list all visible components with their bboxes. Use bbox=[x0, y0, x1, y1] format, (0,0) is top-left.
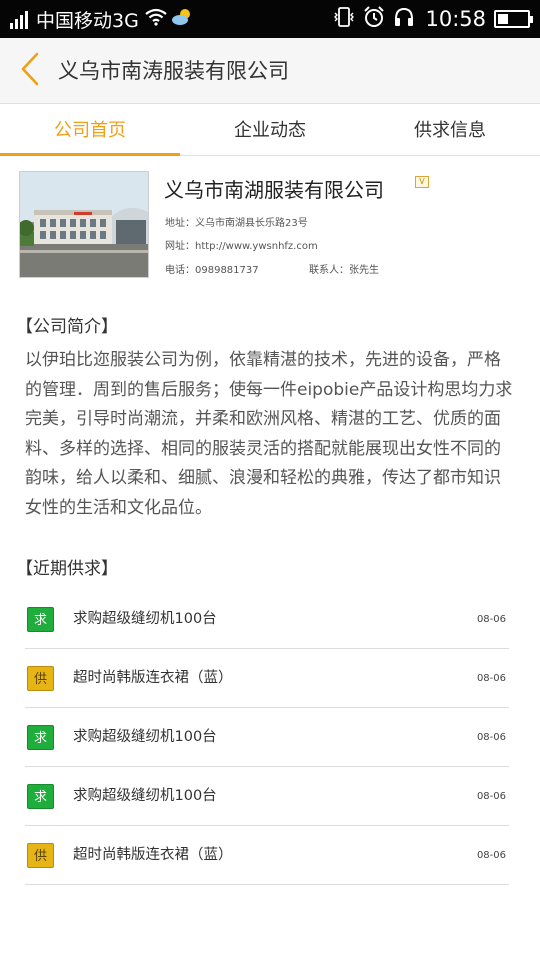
tab-bar: 公司首页 企业动态 供求信息 bbox=[0, 105, 540, 156]
intro-text: 以伊珀比迩服装公司为例，依靠精湛的技术，先进的设备，严格的管理．周到的售后服务；… bbox=[25, 350, 513, 518]
tab-supply-demand[interactable]: 供求信息 bbox=[360, 105, 540, 155]
status-bar-right: 10:58 bbox=[325, 0, 533, 38]
list-item-title: 求购超级缝纫机100台 bbox=[73, 729, 217, 745]
chevron-left-icon bbox=[20, 52, 40, 90]
wifi-icon bbox=[145, 8, 167, 30]
company-website[interactable]: 网址：http://www.ywsnhfz.com bbox=[165, 237, 318, 252]
intro-heading: 【公司简介】 bbox=[16, 317, 118, 337]
demand-badge: 求 bbox=[27, 725, 54, 750]
company-photo bbox=[19, 171, 149, 278]
alarm-icon bbox=[363, 6, 385, 32]
company-address: 地址：义乌市南湖县长乐路23号 bbox=[165, 218, 308, 229]
signal-icon bbox=[10, 9, 30, 29]
list-item-title: 求购超级缝纫机100台 bbox=[73, 788, 217, 804]
company-contact: 联系人：张先生 bbox=[309, 265, 379, 276]
list-item-date: 08-06 bbox=[476, 614, 506, 625]
list-item-title: 超时尚韩版连衣裙（蓝） bbox=[73, 847, 233, 863]
list-item[interactable]: 供 超时尚韩版连衣裙（蓝） 08-06 bbox=[25, 826, 509, 885]
headset-icon bbox=[393, 7, 415, 31]
company-name: 义乌市南湖服装有限公司 bbox=[164, 178, 384, 202]
supply-list: 求 求购超级缝纫机100台 08-06 供 超时尚韩版连衣裙（蓝） 08-06 … bbox=[25, 590, 509, 885]
clock-time: 10:58 bbox=[425, 7, 486, 31]
demand-badge: 求 bbox=[27, 784, 54, 809]
list-item-title: 求购超级缝纫机100台 bbox=[73, 611, 217, 627]
list-item-date: 08-06 bbox=[476, 732, 506, 743]
weather-icon bbox=[171, 7, 195, 31]
list-item[interactable]: 求 求购超级缝纫机100台 08-06 bbox=[25, 590, 509, 649]
list-item-date: 08-06 bbox=[476, 673, 506, 684]
vibrate-icon bbox=[333, 7, 355, 31]
back-button[interactable] bbox=[12, 52, 48, 90]
company-phone[interactable]: 电话：0989881737 bbox=[165, 261, 259, 276]
list-item[interactable]: 求 求购超级缝纫机100台 08-06 bbox=[25, 767, 509, 826]
page-title: 义乌市南涛服装有限公司 bbox=[58, 59, 289, 83]
battery-icon bbox=[494, 10, 533, 28]
carrier-label: 中国移动3G bbox=[36, 9, 139, 32]
status-bar: 中国移动3G 10:58 bbox=[0, 0, 540, 38]
supply-badge: 供 bbox=[27, 843, 54, 868]
tab-company-news[interactable]: 企业动态 bbox=[180, 105, 360, 155]
list-item-title: 超时尚韩版连衣裙（蓝） bbox=[73, 670, 233, 686]
title-bar: 义乌市南涛服装有限公司 bbox=[0, 38, 540, 104]
company-card: 义乌市南湖服装有限公司 V 地址：义乌市南湖县长乐路23号 网址：http://… bbox=[18, 170, 528, 280]
tab-company-home[interactable]: 公司首页 bbox=[0, 105, 180, 156]
status-bar-left: 中国移动3G bbox=[10, 0, 195, 38]
battery-level bbox=[498, 14, 508, 24]
supply-badge: 供 bbox=[27, 666, 54, 691]
supply-heading: 【近期供求】 bbox=[16, 559, 118, 579]
list-item-date: 08-06 bbox=[476, 791, 506, 802]
verified-badge: V bbox=[415, 176, 429, 188]
list-item[interactable]: 供 超时尚韩版连衣裙（蓝） 08-06 bbox=[25, 649, 509, 708]
demand-badge: 求 bbox=[27, 607, 54, 632]
list-item-date: 08-06 bbox=[476, 850, 506, 861]
list-item[interactable]: 求 求购超级缝纫机100台 08-06 bbox=[25, 708, 509, 767]
